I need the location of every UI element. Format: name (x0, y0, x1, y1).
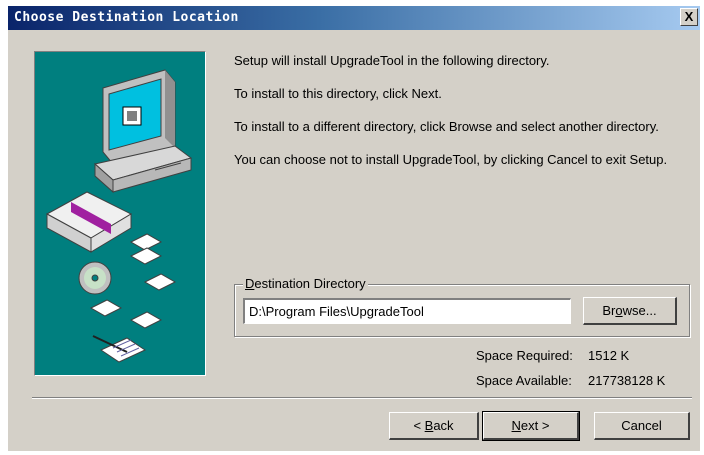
space-available-label: Space Available: (476, 373, 572, 388)
destination-label-accesskey: D (245, 276, 255, 291)
title-bar: Choose Destination Location X (8, 6, 700, 30)
back-label-pre: < (413, 418, 425, 433)
back-button[interactable]: < Back (389, 412, 479, 440)
setup-illustration (34, 51, 206, 376)
intro-line-3: To install to a different directory, cli… (234, 119, 659, 134)
browse-label-post: wse... (622, 303, 657, 318)
window-title: Choose Destination Location (14, 10, 239, 25)
cancel-button[interactable]: Cancel (594, 412, 690, 440)
dialog-body: Setup will install UpgradeTool in the fo… (8, 30, 700, 451)
next-label-post: ext > (520, 418, 550, 433)
back-label-post: ack (433, 418, 454, 433)
intro-line-1: Setup will install UpgradeTool in the fo… (234, 53, 550, 68)
intro-line-4: You can choose not to install UpgradeToo… (234, 152, 668, 167)
space-available-value: 217738128 K (588, 373, 666, 388)
browse-label-pre: Br (602, 303, 616, 318)
space-required-value: 1512 K (588, 348, 630, 363)
close-button[interactable]: X (680, 8, 698, 26)
next-label-accesskey: N (511, 418, 521, 433)
cancel-label: Cancel (621, 418, 662, 433)
computer-disks-illustration (45, 69, 193, 363)
intro-line-2: To install to this directory, click Next… (234, 86, 442, 101)
next-button[interactable]: Next > (482, 411, 580, 441)
destination-directory-group: Destination Directory Browse... (234, 276, 690, 337)
destination-path-input[interactable] (243, 298, 571, 324)
close-icon: X (684, 9, 694, 24)
browse-button[interactable]: Browse... (583, 297, 677, 325)
space-required-label: Space Required: (476, 348, 573, 363)
destination-label-text: estination Directory (254, 276, 366, 291)
footer-separator (32, 397, 692, 399)
destination-directory-label: Destination Directory (243, 276, 368, 291)
browse-label-accesskey: o (615, 303, 623, 318)
